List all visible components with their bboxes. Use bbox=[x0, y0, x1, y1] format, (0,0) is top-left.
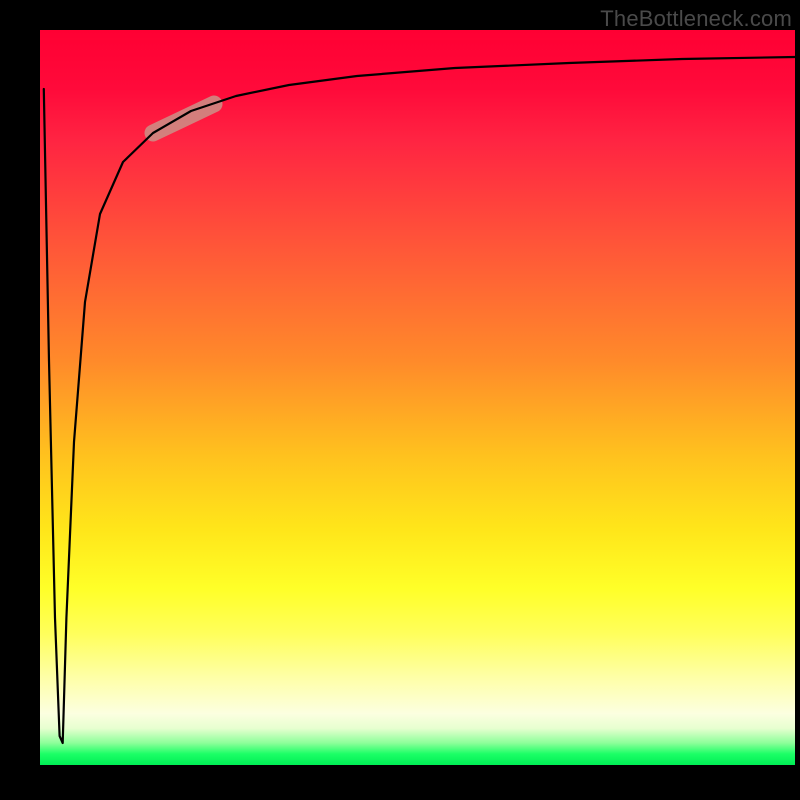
bottleneck-curve bbox=[44, 57, 795, 743]
bottleneck-curve-svg bbox=[40, 30, 795, 765]
chart-frame: TheBottleneck.com bbox=[0, 0, 800, 800]
watermark-text: TheBottleneck.com bbox=[600, 6, 792, 32]
plot-area bbox=[40, 30, 795, 765]
